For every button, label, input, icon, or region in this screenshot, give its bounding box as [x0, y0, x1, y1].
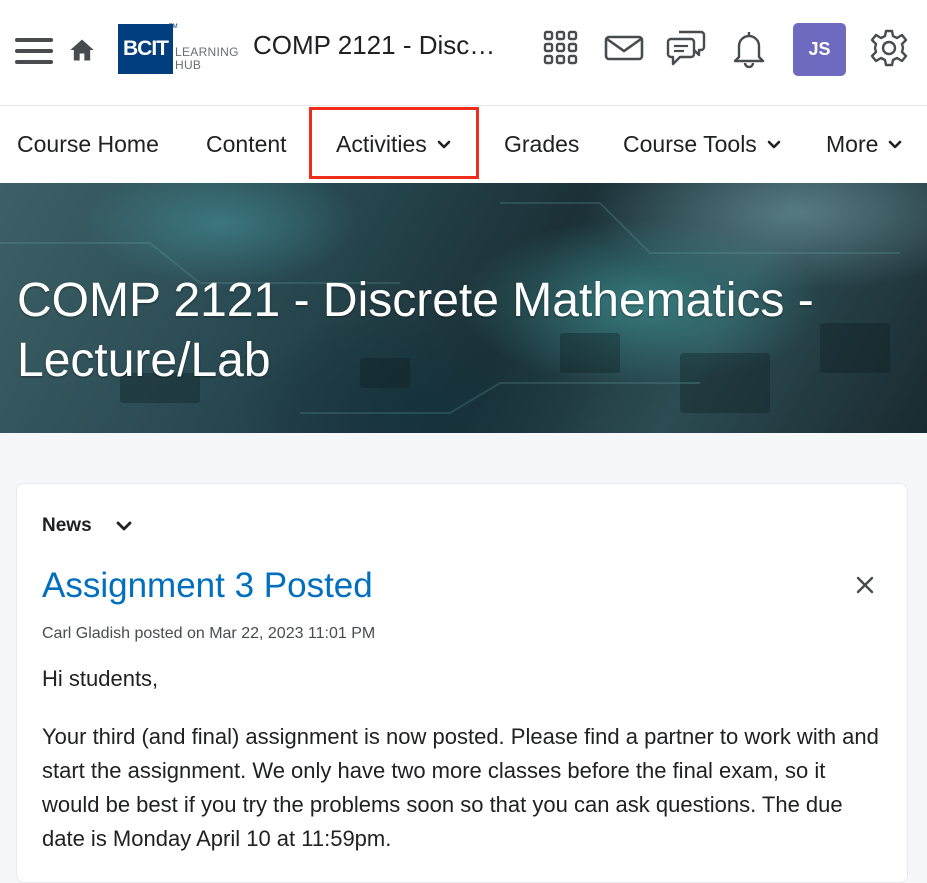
mail-icon[interactable]	[604, 28, 644, 68]
chevron-down-icon	[767, 140, 781, 148]
bell-icon[interactable]	[729, 28, 769, 68]
nav-course-home-label: Course Home	[17, 131, 159, 157]
news-widget-header[interactable]: News	[42, 515, 132, 537]
chat-icon[interactable]	[666, 28, 706, 68]
user-avatar[interactable]: JS	[793, 23, 846, 76]
news-item-meta: Carl Gladish posted on Mar 22, 2023 11:0…	[42, 625, 376, 642]
news-heading: News	[42, 515, 92, 536]
home-icon[interactable]	[68, 36, 96, 64]
grid-icon[interactable]	[541, 28, 581, 68]
course-title: COMP 2121 - Discrete Mathematics - Lectu…	[17, 274, 814, 387]
close-icon[interactable]	[855, 575, 875, 595]
bcit-learning-hub-logo[interactable]: BCIT TM LEARNING HUB	[118, 24, 238, 76]
news-greeting: Hi students,	[42, 666, 159, 691]
logo-mark: BCIT	[118, 24, 173, 74]
logo-line2: HUB	[175, 58, 202, 72]
chevron-down-icon	[889, 140, 902, 148]
news-body: Your third (and final) assignment is now…	[42, 724, 879, 851]
course-navbar: Course Home Content Activities Grades Co…	[0, 106, 927, 183]
nav-more-label: More	[826, 131, 879, 157]
nav-more[interactable]: More	[826, 106, 902, 183]
nav-content-label: Content	[206, 131, 287, 157]
nav-grades-label: Grades	[504, 131, 580, 157]
menu-icon[interactable]	[15, 38, 53, 64]
nav-course-home[interactable]: Course Home	[17, 106, 159, 183]
course-selector-title[interactable]: COMP 2121 - Discr...	[253, 30, 498, 61]
nav-course-tools[interactable]: Course Tools	[623, 106, 781, 183]
nav-content[interactable]: Content	[206, 106, 287, 183]
chevron-down-icon	[116, 521, 132, 530]
nav-course-tools-label: Course Tools	[623, 131, 757, 157]
course-banner: COMP 2121 - Discrete Mathematics - Lectu…	[0, 183, 927, 433]
news-widget: News Assignment 3 Posted Carl Gladish po…	[16, 483, 908, 883]
gear-icon[interactable]	[869, 28, 909, 68]
news-item-title[interactable]: Assignment 3 Posted	[42, 566, 373, 606]
nav-grades[interactable]: Grades	[504, 106, 579, 183]
activities-highlight-box	[309, 107, 479, 179]
top-header: BCIT TM LEARNING HUB COMP 2121 - Discr..…	[0, 0, 927, 106]
